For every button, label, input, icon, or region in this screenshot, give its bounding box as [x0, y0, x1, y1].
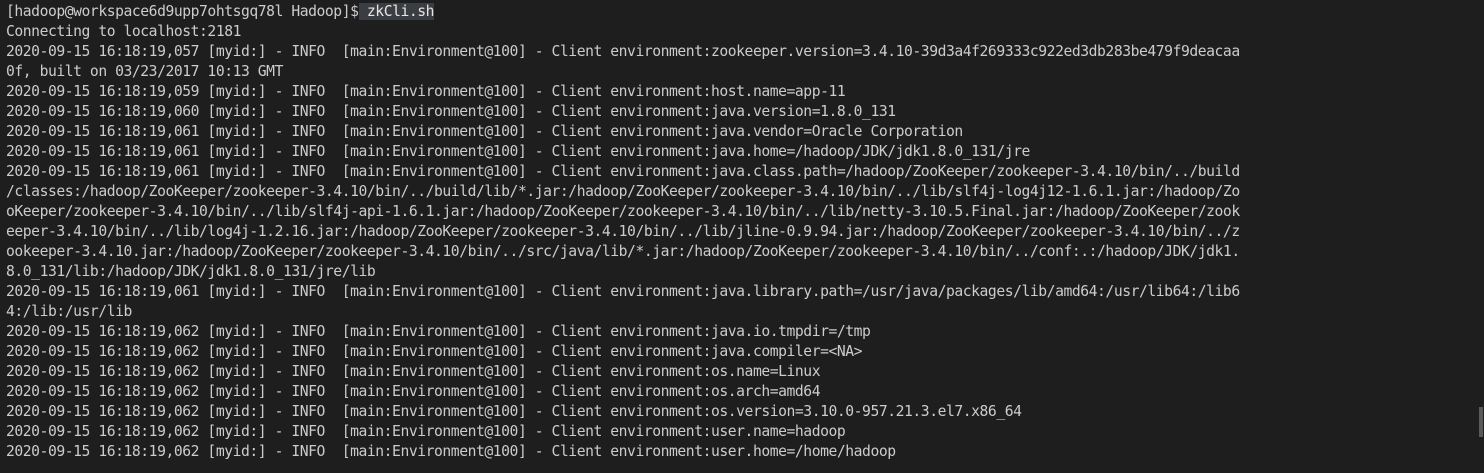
- scrollbar-thumb[interactable]: [1479, 407, 1483, 437]
- log-line: 2020-09-15 16:18:19,062 [myid:] - INFO […: [6, 443, 896, 460]
- terminal-output[interactable]: [hadoop@workspace6d9upp7ohtsgq78l Hadoop…: [0, 0, 1476, 473]
- log-line: 2020-09-15 16:18:19,062 [myid:] - INFO […: [6, 403, 1022, 420]
- log-line: 4:/lib:/usr/lib: [6, 303, 132, 320]
- log-line: Connecting to localhost:2181: [6, 23, 241, 40]
- log-line: 2020-09-15 16:18:19,061 [myid:] - INFO […: [6, 123, 963, 140]
- log-line: 2020-09-15 16:18:19,062 [myid:] - INFO […: [6, 423, 846, 440]
- shell-prompt: [hadoop@workspace6d9upp7ohtsgq78l Hadoop…: [6, 3, 359, 20]
- command-text: zkCli.sh: [366, 3, 435, 20]
- log-line: 2020-09-15 16:18:19,062 [myid:] - INFO […: [6, 323, 871, 340]
- log-line: /classes:/hadoop/ZooKeeper/zookeeper-3.4…: [6, 183, 1240, 200]
- log-line: 2020-09-15 16:18:19,061 [myid:] - INFO […: [6, 283, 1240, 300]
- log-line: 8.0_131/lib:/hadoop/JDK/jdk1.8.0_131/jre…: [6, 263, 376, 280]
- prompt-line: [hadoop@workspace6d9upp7ohtsgq78l Hadoop…: [6, 2, 1476, 22]
- log-line: 2020-09-15 16:18:19,059 [myid:] - INFO […: [6, 83, 846, 100]
- log-line: 0f, built on 03/23/2017 10:13 GMT: [6, 63, 283, 80]
- log-line: oKeeper/zookeeper-3.4.10/bin/../lib/slf4…: [6, 203, 1240, 220]
- vertical-scrollbar[interactable]: [1476, 0, 1484, 473]
- log-line: 2020-09-15 16:18:19,062 [myid:] - INFO […: [6, 343, 863, 360]
- log-line: 2020-09-15 16:18:19,057 [myid:] - INFO […: [6, 43, 1240, 60]
- log-line: 2020-09-15 16:18:19,062 [myid:] - INFO […: [6, 383, 821, 400]
- log-line: 2020-09-15 16:18:19,061 [myid:] - INFO […: [6, 143, 1030, 160]
- log-output: Connecting to localhost:2181 2020-09-15 1…: [6, 22, 1476, 462]
- log-line: eeper-3.4.10/bin/../lib/log4j-1.2.16.jar…: [6, 223, 1240, 240]
- log-line: ookeeper-3.4.10.jar:/hadoop/ZooKeeper/zo…: [6, 243, 1240, 260]
- log-line: 2020-09-15 16:18:19,062 [myid:] - INFO […: [6, 363, 821, 380]
- log-line: 2020-09-15 16:18:19,060 [myid:] - INFO […: [6, 103, 896, 120]
- log-line: 2020-09-15 16:18:19,061 [myid:] - INFO […: [6, 163, 1240, 180]
